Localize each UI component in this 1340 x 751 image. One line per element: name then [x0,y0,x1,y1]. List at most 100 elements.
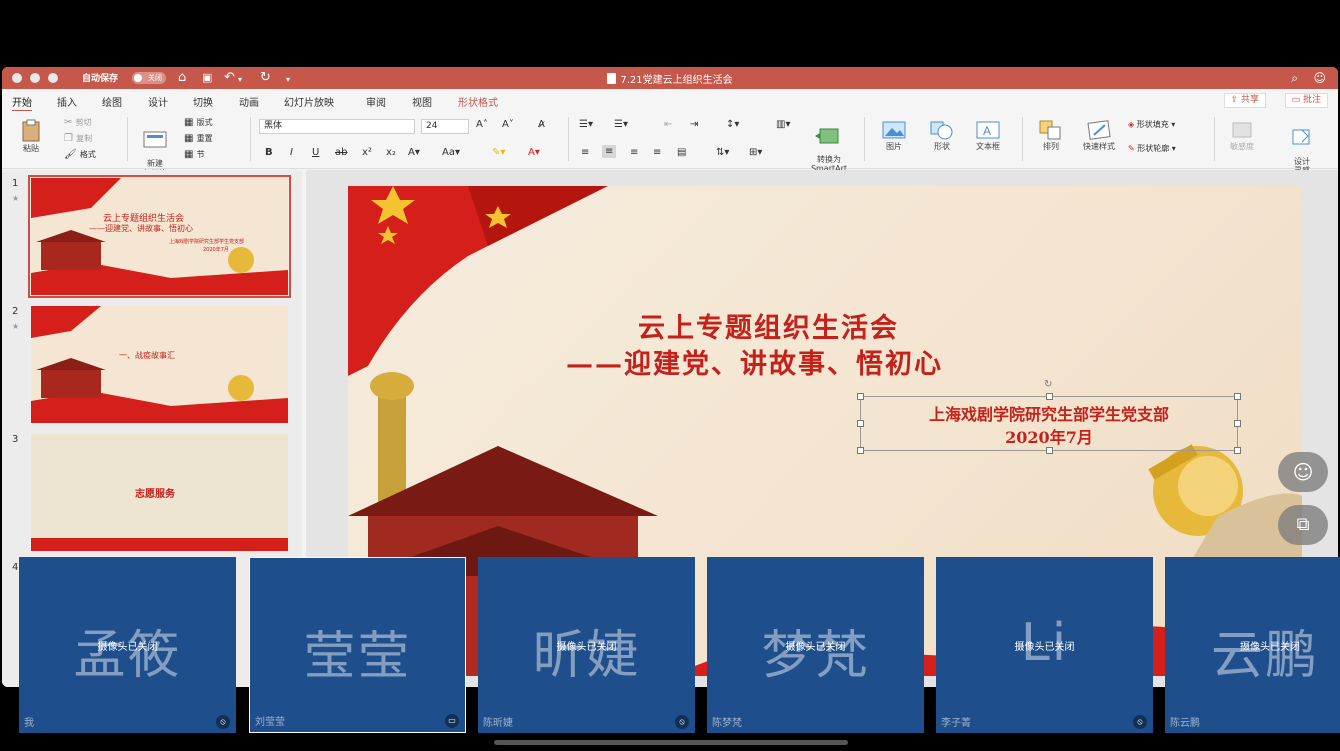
smiley-feedback-icon[interactable]: ☺ [1313,70,1326,86]
comments-label: 批注 [1302,95,1321,105]
selected-text-box[interactable]: ↻ 上海戏剧学院研究生部学生党支部 2020年7月 [857,379,1241,454]
slide-title[interactable]: 云上专题组织生活会 [638,306,899,345]
shape-button[interactable]: 形状 [920,119,964,152]
align-text-icon[interactable]: ⊞▾ [749,147,762,158]
participant-name: 陈云鹏 [1170,718,1200,729]
date-text[interactable]: 2020年7月 [861,424,1237,448]
bold-icon[interactable]: B [265,147,273,158]
font-size-select[interactable]: 24 [421,119,469,134]
picture-label: 图片 [886,142,902,151]
comments-button[interactable]: ▭ 批注 [1284,93,1328,108]
share-content-button[interactable]: ⧉ [1278,505,1328,545]
section-label: 节 [196,150,205,159]
slide-thumbnail-1[interactable]: 云上专题组织生活会 ——迎建党、讲故事、悟初心 上海戏剧学院研究生部学生党支部 … [28,175,291,298]
align-left-icon[interactable]: ≡ [581,147,589,158]
participant-tile[interactable]: 昕婕 摄像头已关闭 陈昕婕 ⦸ [478,557,695,733]
increase-indent-icon[interactable]: ⇥ [690,119,698,130]
strikethrough-icon[interactable]: ab [335,147,347,158]
emoji-icon: ☺ [1292,460,1314,484]
justify-icon[interactable]: ≡ [653,147,661,158]
shape-outline-button[interactable]: ✎ 形状轮廓 ▾ [1128,143,1176,154]
cut-button[interactable]: ✂ 剪切 [64,117,92,128]
bullets-icon[interactable]: ☰▾ [579,119,593,130]
design-ideas-button[interactable]: 设计 灵感 [1284,117,1320,175]
text-effects-icon[interactable]: A▾ [408,147,420,158]
italic-icon[interactable]: I [290,147,293,158]
clear-format-icon[interactable]: A̷ [538,119,545,130]
superscript-icon[interactable]: x² [362,147,372,158]
participant-tile[interactable]: 云鹏 摄像头已关闭 陈云鹏 [1165,557,1340,733]
change-case-icon[interactable]: Aa▾ [442,147,460,158]
reset-button[interactable]: ▦ 重置 [184,133,213,144]
grow-font-icon[interactable]: A˄ [476,119,488,130]
align-right-icon[interactable]: ≡ [630,147,638,158]
columns-icon[interactable]: ▥▾ [776,119,790,130]
tab-slideshow[interactable]: 幻灯片放映 [284,94,334,109]
camera-off-status: 摄像头已关闭 [97,642,158,653]
camera-off-status: 摄像头已关闭 [785,642,846,653]
reactions-button[interactable]: ☺ [1278,452,1328,492]
search-icon[interactable]: ⌕ [1291,70,1298,86]
document-title-text: 7.21党建云上组织生活会 [620,75,733,86]
participant-tile[interactable]: Li 摄像头已关闭 李子菁 ⦸ [936,557,1153,733]
layout-button[interactable]: ▦ 版式 [184,117,213,128]
font-color-icon[interactable]: A▾ [528,147,540,158]
tab-shape-format[interactable]: 形状格式 [458,94,498,109]
tab-review[interactable]: 审阅 [366,94,386,109]
ribbon-tabs: 开始 插入 绘图 设计 切换 动画 幻灯片放映 审阅 视图 形状格式 ⇪ 共享 … [2,89,1338,112]
tab-design[interactable]: 设计 [148,94,168,109]
textbox-button[interactable]: A 文本框 [966,119,1010,152]
arrange-button[interactable]: 排列 [1032,119,1070,152]
slide-number: 2 [12,306,19,317]
decrease-indent-icon[interactable]: ⇤ [664,119,672,130]
line-spacing-icon[interactable]: ↕▾ [726,119,739,130]
resize-handle[interactable] [1046,447,1053,454]
text-direction-icon[interactable]: ⇅▾ [716,147,729,158]
slide-1-artwork [31,178,288,295]
title-bar: 自动保存 关闭 ⌂ ▣ ↶ ▾ ↻ ▾ 7.21党建云上组织生活会 ⌕ ☺ [2,67,1338,89]
font-name-select[interactable]: 黑体 [259,119,415,134]
tab-view[interactable]: 视图 [412,94,432,109]
resize-handle[interactable] [1046,393,1053,400]
quick-styles-label: 快速样式 [1083,142,1115,151]
participant-tile[interactable]: 莹莹 刘莹莹 ▭ [249,557,466,733]
tab-insert[interactable]: 插入 [57,94,77,109]
organization-text[interactable]: 上海戏剧学院研究生部学生党支部 [861,401,1237,425]
divider [1022,117,1023,161]
convert-smartart-button[interactable]: 转换为 SmartArt [806,117,852,173]
tab-animations[interactable]: 动画 [239,94,259,109]
highlight-icon[interactable]: ✎▾ [492,147,505,158]
layout-label: 版式 [196,118,213,127]
thumb-1-org: 上海戏剧学院研究生部学生党支部 [169,239,245,245]
participant-tile[interactable]: 孟筱 摄像头已关闭 我 ⦸ [19,557,236,733]
resize-handle[interactable] [857,447,864,454]
underline-icon[interactable]: U [312,147,319,158]
distributed-icon[interactable]: ▤ [677,147,686,158]
slide-thumbnail-2[interactable]: 一、战疫故事汇 [31,306,288,423]
copy-label: 复制 [76,134,93,143]
slide-thumbnail-3[interactable]: 志愿服务 [31,434,288,551]
participant-tile[interactable]: 梦梵 摄像头已关闭 陈梦梵 [707,557,924,733]
format-painter-button[interactable]: 🖌 格式 [64,149,96,160]
shrink-font-icon[interactable]: A˅ [502,119,514,130]
shape-fill-button[interactable]: ◈ 形状填充 ▾ [1128,119,1175,130]
rotate-handle-icon[interactable]: ↻ [1044,379,1052,390]
resize-handle[interactable] [1234,393,1241,400]
subscript-icon[interactable]: x₂ [386,147,396,158]
resize-handle[interactable] [1234,447,1241,454]
quick-styles-button[interactable]: 快速样式 [1075,119,1123,152]
quick-styles-icon [1087,120,1111,140]
slide-subtitle[interactable]: ——迎建党、讲故事、悟初心 [566,342,943,381]
sensitivity-button[interactable]: 敏感度 [1222,119,1262,152]
tab-draw[interactable]: 绘图 [102,94,122,109]
paste-button[interactable]: 粘贴 [14,119,48,154]
resize-handle[interactable] [857,393,864,400]
align-center-icon[interactable]: ≡ [602,145,617,158]
copy-button[interactable]: ❐ 复制 [64,133,92,144]
share-button[interactable]: ⇪ 共享 [1223,93,1266,108]
tab-transitions[interactable]: 切换 [193,94,213,109]
numbering-icon[interactable]: ☰▾ [614,119,628,130]
tab-home[interactable]: 开始 [12,94,32,112]
section-button[interactable]: ▦ 节 [184,149,205,160]
picture-button[interactable]: 图片 [874,119,914,152]
